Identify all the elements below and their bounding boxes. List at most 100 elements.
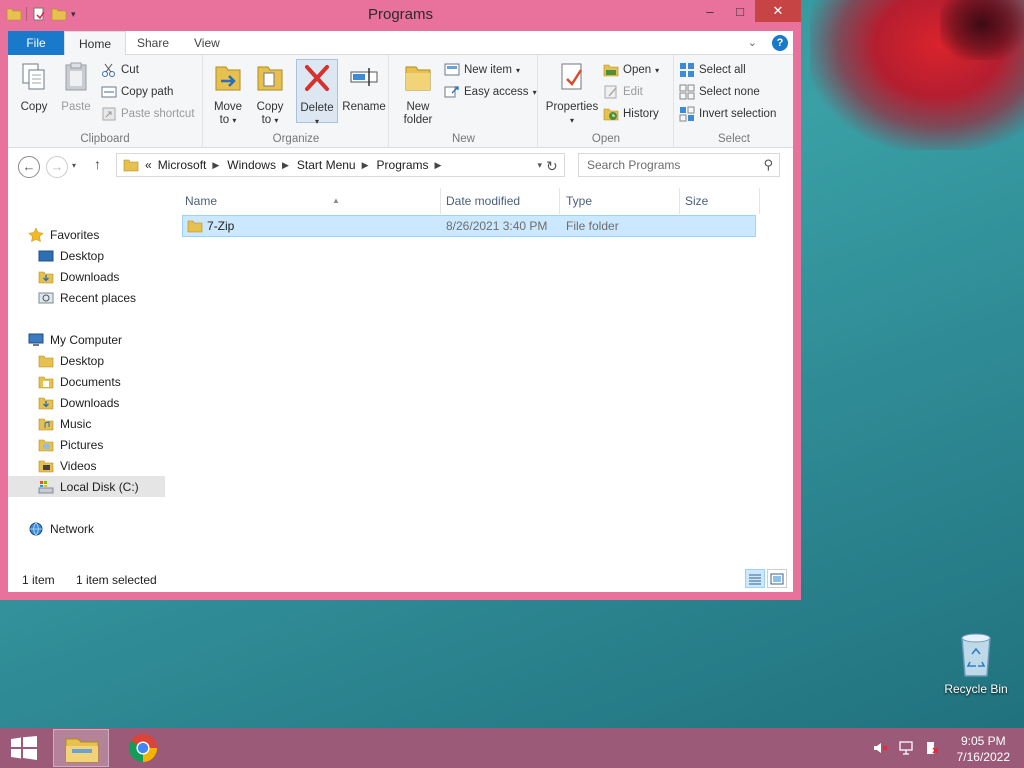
nav-pc-music[interactable]: Music <box>38 413 91 434</box>
paste-button[interactable]: Paste <box>58 61 94 114</box>
new-item-label: New item <box>464 64 512 76</box>
nav-pc-local-disk[interactable]: Local Disk (C:) <box>8 476 165 497</box>
move-to-icon <box>215 66 241 91</box>
column-divider[interactable] <box>759 188 760 214</box>
taskbar-file-explorer[interactable] <box>53 729 109 767</box>
copy-to-icon <box>257 66 283 91</box>
large-icons-view-button[interactable] <box>767 569 787 588</box>
ribbon-tabs: File Home Share View ⌄ ? <box>8 31 793 56</box>
select-none-button[interactable]: Select none <box>679 82 760 102</box>
column-divider[interactable] <box>679 188 680 214</box>
edit-button[interactable]: Edit <box>603 82 643 102</box>
nav-pc-pictures[interactable]: Pictures <box>38 434 103 455</box>
breadcrumb-windows[interactable]: Windows ▶ <box>227 158 297 172</box>
column-header-date-modified[interactable]: Date modified <box>446 188 560 214</box>
refresh-icon[interactable]: ↻ <box>546 158 558 175</box>
organize-group-label: Organize <box>272 133 320 145</box>
new-folder-button[interactable]: New folder <box>396 61 440 127</box>
star-icon <box>28 226 44 242</box>
address-dropdown-icon[interactable]: ▾ <box>537 160 542 171</box>
taskbar-clock[interactable]: 9:05 PM 7/16/2022 <box>957 733 1010 765</box>
easy-access-button[interactable]: Easy access ▾ <box>444 82 537 102</box>
action-center-icon[interactable] <box>924 740 940 756</box>
chevron-right-icon: ▶ <box>212 159 220 170</box>
address-bar[interactable]: « Microsoft ▶ Windows ▶ Start Menu ▶ Progra… <box>116 153 565 177</box>
chevron-right-icon: ▶ <box>434 159 442 170</box>
column-header-name[interactable]: Name ▲ <box>185 188 440 214</box>
cut-button[interactable]: Cut <box>101 60 139 80</box>
recent-locations-icon[interactable]: ▾ <box>72 161 76 170</box>
nav-pc-desktop[interactable]: Desktop <box>38 350 104 371</box>
copy-label: Copy <box>20 101 48 113</box>
nav-network[interactable]: Network <box>28 518 94 539</box>
open-button[interactable]: Open ▾ <box>603 60 659 80</box>
nav-my-computer[interactable]: My Computer <box>28 329 122 350</box>
nav-favorites[interactable]: Favorites <box>28 224 99 245</box>
recycle-bin-desktop-icon[interactable]: Recycle Bin <box>941 630 1011 696</box>
up-button[interactable]: ↑ <box>94 156 101 172</box>
rename-button[interactable]: Rename <box>342 61 386 114</box>
nav-pc-downloads[interactable]: Downloads <box>38 392 119 413</box>
select-none-label: Select none <box>699 86 760 98</box>
start-button[interactable] <box>10 736 38 763</box>
minimize-button[interactable]: – <box>695 0 725 22</box>
column-header-size[interactable]: Size <box>685 188 759 214</box>
file-date-modified: 8/26/2021 3:40 PM <box>446 219 548 233</box>
network-status-icon[interactable] <box>898 740 914 756</box>
forward-button[interactable]: → <box>46 156 68 178</box>
breadcrumb-microsoft[interactable]: Microsoft ▶ <box>158 158 228 172</box>
desktop-icon <box>38 250 54 261</box>
invert-selection-button[interactable]: Invert selection <box>679 104 776 124</box>
copy-path-label: Copy path <box>121 86 174 98</box>
select-group-label: Select <box>718 133 750 145</box>
explorer-window: ▾ Programs – □ ✕ File Home Share View ⌄ … <box>0 0 801 600</box>
new-item-button[interactable]: New item ▾ <box>444 60 520 80</box>
nav-fav-desktop[interactable]: Desktop <box>38 245 104 266</box>
table-row[interactable]: 7-Zip 8/26/2021 3:40 PM File folder <box>182 215 756 237</box>
rename-label: Rename <box>342 101 386 113</box>
close-button[interactable]: ✕ <box>755 0 801 22</box>
move-to-button[interactable]: Move to ▾ <box>210 61 246 127</box>
nav-fav-downloads[interactable]: Downloads <box>38 266 119 287</box>
nav-fav-recent-places[interactable]: Recent places <box>38 287 136 308</box>
maximize-button[interactable]: □ <box>725 0 755 22</box>
edit-label: Edit <box>623 86 643 98</box>
status-bar: 1 item 1 item selected <box>8 566 793 592</box>
dropdown-arrow-icon: ▾ <box>232 116 237 125</box>
tab-home[interactable]: Home <box>64 31 127 56</box>
chevron-right-icon: ▶ <box>361 159 369 170</box>
nav-pc-videos[interactable]: Videos <box>38 455 96 476</box>
ribbon: Copy Paste Cut Copy path Paste shortcut <box>8 55 793 148</box>
details-view-button[interactable] <box>745 569 765 588</box>
column-divider[interactable] <box>440 188 441 214</box>
copy-path-button[interactable]: Copy path <box>101 82 173 102</box>
copy-to-button[interactable]: Copy to ▾ <box>252 61 288 127</box>
volume-muted-icon[interactable] <box>872 740 888 756</box>
title-bar[interactable]: ▾ Programs – □ ✕ <box>0 0 801 31</box>
column-header-type[interactable]: Type <box>566 188 680 214</box>
breadcrumb-programs[interactable]: Programs ▶ <box>377 158 450 172</box>
nav-pc-documents[interactable]: Documents <box>38 371 121 392</box>
help-icon[interactable]: ? <box>772 35 788 51</box>
paste-shortcut-button[interactable]: Paste shortcut <box>101 104 195 124</box>
tab-view[interactable]: View <box>180 31 234 55</box>
copy-button[interactable]: Copy <box>16 61 52 114</box>
status-item-count: 1 item <box>22 573 55 587</box>
chrome-icon <box>128 733 158 763</box>
copy-to-label-2: to <box>261 114 272 126</box>
move-to-label-2: to <box>219 114 230 126</box>
breadcrumb-overflow[interactable]: « <box>145 158 152 172</box>
delete-button[interactable]: Delete ▾ <box>296 59 338 126</box>
select-all-button[interactable]: Select all <box>679 60 746 80</box>
breadcrumb-start-menu[interactable]: Start Menu ▶ <box>297 158 377 172</box>
tab-share[interactable]: Share <box>123 31 183 55</box>
taskbar-chrome[interactable] <box>115 729 171 767</box>
column-divider[interactable] <box>559 188 560 214</box>
ribbon-expand-icon[interactable]: ⌄ <box>748 36 757 49</box>
properties-button[interactable]: Properties ▾ <box>543 61 601 127</box>
tab-file[interactable]: File <box>8 31 64 55</box>
back-button[interactable]: ← <box>18 156 40 178</box>
search-icon: ⚲ <box>763 157 773 172</box>
history-button[interactable]: History <box>603 104 659 124</box>
search-input[interactable]: Search Programs ⚲ <box>578 153 780 177</box>
